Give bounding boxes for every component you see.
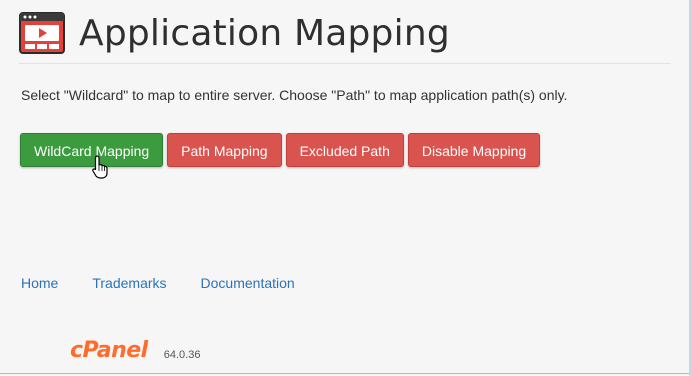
disable-mapping-button[interactable]: Disable Mapping (407, 133, 541, 167)
mapping-description: Select "Wildcard" to map to entire serve… (21, 87, 568, 103)
hand-pointer-cursor-icon (92, 155, 108, 179)
footer-link-home[interactable]: Home (21, 275, 58, 291)
page-header: Application Mapping (19, 8, 450, 58)
video-window-icon (19, 12, 65, 54)
page-title: Application Mapping (79, 12, 450, 54)
footer-link-trademarks[interactable]: Trademarks (92, 275, 166, 291)
version-label: 64.0.36 (163, 348, 201, 361)
path-mapping-button[interactable]: Path Mapping (167, 133, 282, 167)
header-divider (19, 63, 671, 64)
excluded-path-button[interactable]: Excluded Path (285, 133, 404, 167)
cpanel-logo: cPanel (70, 338, 148, 363)
footer-links: Home Trademarks Documentation (21, 275, 295, 291)
footer-link-documentation[interactable]: Documentation (201, 275, 295, 291)
footer-brand: cPanel 64.0.36 (70, 338, 200, 363)
